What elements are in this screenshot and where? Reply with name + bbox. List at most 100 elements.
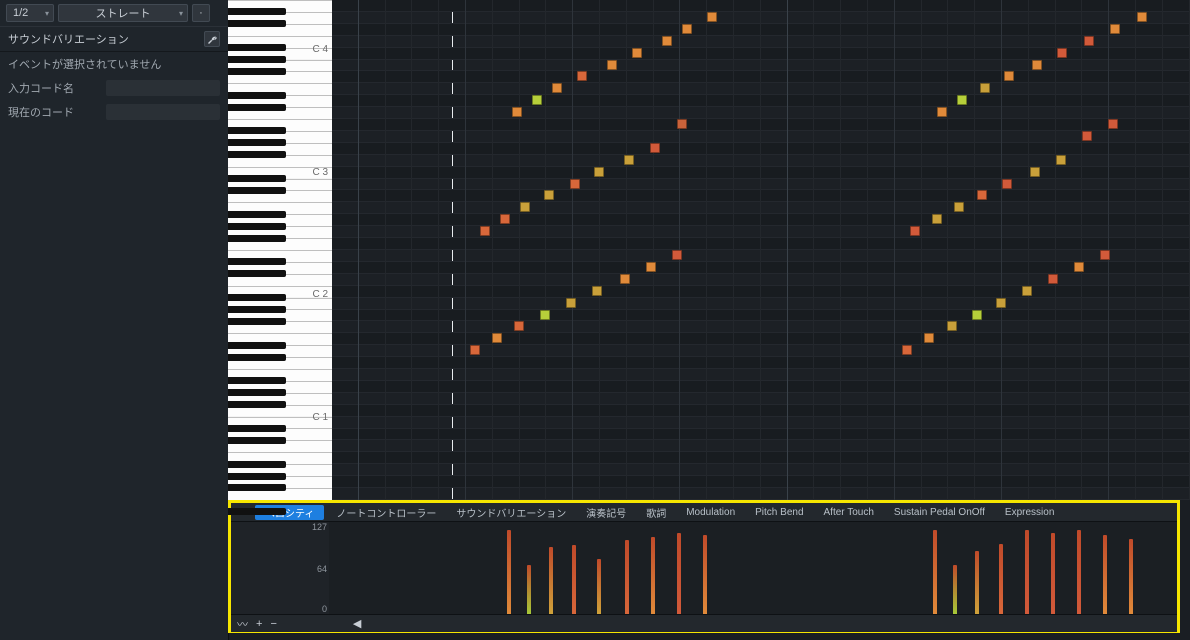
black-key[interactable] xyxy=(228,377,286,384)
midi-note[interactable] xyxy=(977,190,987,200)
midi-note[interactable] xyxy=(937,107,947,117)
quantize-settings-button[interactable]: · xyxy=(192,4,210,22)
line-tool-icon[interactable]: 〰 xyxy=(237,616,248,632)
midi-note[interactable] xyxy=(1030,167,1040,177)
midi-note[interactable] xyxy=(1004,71,1014,81)
midi-note[interactable] xyxy=(624,155,634,165)
midi-note[interactable] xyxy=(1110,24,1120,34)
controller-tab[interactable]: 演奏記号 xyxy=(576,503,636,521)
controller-tab[interactable]: Expression xyxy=(995,503,1064,521)
midi-note[interactable] xyxy=(480,226,490,236)
midi-note[interactable] xyxy=(1048,274,1058,284)
speaker-icon[interactable]: ◀ xyxy=(353,617,361,630)
black-key[interactable] xyxy=(228,151,286,158)
midi-note[interactable] xyxy=(1032,60,1042,70)
midi-note[interactable] xyxy=(947,321,957,331)
black-key[interactable] xyxy=(228,425,286,432)
black-key[interactable] xyxy=(228,461,286,468)
midi-note[interactable] xyxy=(1084,36,1094,46)
midi-note[interactable] xyxy=(520,202,530,212)
midi-note[interactable] xyxy=(924,333,934,343)
midi-note[interactable] xyxy=(500,214,510,224)
black-key[interactable] xyxy=(228,127,286,134)
midi-note[interactable] xyxy=(514,321,524,331)
midi-note[interactable] xyxy=(910,226,920,236)
black-key[interactable] xyxy=(228,20,286,27)
velocity-bar[interactable] xyxy=(933,530,937,614)
piano-keyboard[interactable]: C 4C 3C 2C 1 xyxy=(228,0,333,500)
black-key[interactable] xyxy=(228,294,286,301)
velocity-bar[interactable] xyxy=(677,533,681,614)
midi-note[interactable] xyxy=(594,167,604,177)
midi-note[interactable] xyxy=(996,298,1006,308)
midi-note[interactable] xyxy=(544,190,554,200)
input-chord-field[interactable] xyxy=(106,80,220,96)
midi-note[interactable] xyxy=(1056,155,1066,165)
velocity-bar[interactable] xyxy=(1051,533,1055,614)
black-key[interactable] xyxy=(228,270,286,277)
black-key[interactable] xyxy=(228,401,286,408)
midi-note[interactable] xyxy=(662,36,672,46)
black-key[interactable] xyxy=(228,342,286,349)
midi-note[interactable] xyxy=(1082,131,1092,141)
black-key[interactable] xyxy=(228,175,286,182)
midi-note[interactable] xyxy=(632,48,642,58)
midi-note[interactable] xyxy=(492,333,502,343)
add-lane-icon[interactable]: + xyxy=(256,618,262,630)
velocity-bar[interactable] xyxy=(625,540,629,614)
midi-note[interactable] xyxy=(1108,119,1118,129)
midi-note[interactable] xyxy=(1100,250,1110,260)
velocity-bar[interactable] xyxy=(597,559,601,614)
midi-note[interactable] xyxy=(570,179,580,189)
midi-note[interactable] xyxy=(1057,48,1067,58)
quantize-mode-combo[interactable]: ストレート ▾ xyxy=(58,4,188,22)
midi-note[interactable] xyxy=(1022,286,1032,296)
wrench-icon[interactable] xyxy=(204,31,220,47)
midi-note[interactable] xyxy=(902,345,912,355)
velocity-bar[interactable] xyxy=(999,544,1003,614)
midi-note[interactable] xyxy=(957,95,967,105)
black-key[interactable] xyxy=(228,44,286,51)
black-key[interactable] xyxy=(228,258,286,265)
midi-note[interactable] xyxy=(620,274,630,284)
midi-note[interactable] xyxy=(566,298,576,308)
velocity-bar[interactable] xyxy=(703,535,707,614)
midi-note[interactable] xyxy=(707,12,717,22)
controller-tab[interactable]: Pitch Bend xyxy=(745,503,813,521)
black-key[interactable] xyxy=(228,484,286,491)
midi-note[interactable] xyxy=(650,143,660,153)
midi-note[interactable] xyxy=(972,310,982,320)
velocity-bar[interactable] xyxy=(1129,539,1133,614)
black-key[interactable] xyxy=(228,473,286,480)
midi-note[interactable] xyxy=(532,95,542,105)
velocity-bar[interactable] xyxy=(975,551,979,614)
velocity-bar[interactable] xyxy=(507,530,511,614)
quantize-value-combo[interactable]: 1/2 ▾ xyxy=(6,4,54,22)
midi-note[interactable] xyxy=(682,24,692,34)
black-key[interactable] xyxy=(228,318,286,325)
midi-note[interactable] xyxy=(980,83,990,93)
black-key[interactable] xyxy=(228,211,286,218)
midi-note[interactable] xyxy=(1137,12,1147,22)
velocity-bar[interactable] xyxy=(651,537,655,614)
velocity-bar[interactable] xyxy=(527,565,531,614)
black-key[interactable] xyxy=(228,187,286,194)
midi-note[interactable] xyxy=(552,83,562,93)
midi-note[interactable] xyxy=(512,107,522,117)
current-chord-field[interactable] xyxy=(106,104,220,120)
midi-note[interactable] xyxy=(1074,262,1084,272)
velocity-bar[interactable] xyxy=(953,565,957,614)
controller-tab[interactable]: Modulation xyxy=(676,503,745,521)
velocity-bar[interactable] xyxy=(572,545,576,614)
black-key[interactable] xyxy=(228,235,286,242)
midi-note[interactable] xyxy=(607,60,617,70)
black-key[interactable] xyxy=(228,354,286,361)
midi-note[interactable] xyxy=(677,119,687,129)
velocity-bar[interactable] xyxy=(1103,535,1107,614)
black-key[interactable] xyxy=(228,223,286,230)
controller-tab[interactable]: Sustain Pedal OnOff xyxy=(884,503,995,521)
midi-note[interactable] xyxy=(577,71,587,81)
controller-tab[interactable]: ノートコントローラー xyxy=(326,503,446,521)
black-key[interactable] xyxy=(228,8,286,15)
black-key[interactable] xyxy=(228,104,286,111)
